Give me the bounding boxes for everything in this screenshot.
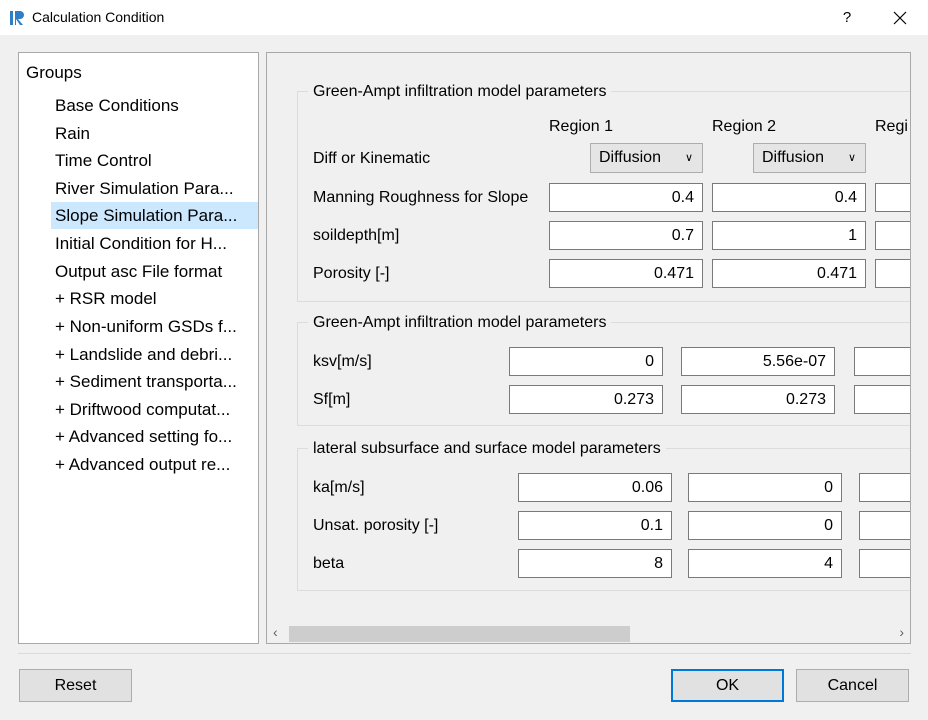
diff-kinematic-select-region2[interactable]: Diffusion ∨ [753,143,866,173]
soildepth-input-region1[interactable]: 0.7 [549,221,703,250]
group-item-river-simulation[interactable]: River Simulation Para... [51,175,258,202]
ksv-input-region2[interactable]: 5.56e-07 [681,347,835,376]
porosity-input-region3[interactable] [875,259,910,288]
manning-input-region3[interactable] [875,183,910,212]
ka-input-region1[interactable]: 0.06 [518,473,672,502]
ir-app-icon [10,11,24,25]
beta-input-region3[interactable] [859,549,910,578]
cancel-button[interactable]: Cancel [796,669,909,702]
unsat-porosity-input-region1[interactable]: 0.1 [518,511,672,540]
porosity-input-region2[interactable]: 0.471 [712,259,866,288]
ksv-label: ksv[m/s] [313,353,372,370]
unsat-porosity-input-region3[interactable] [859,511,910,540]
group-item-sediment-transport[interactable]: + Sediment transporta... [51,368,258,395]
horizontal-scrollbar[interactable]: ‹ › [267,623,910,643]
lateral-subsurface-groupbox: lateral subsurface and surface model par… [297,440,910,591]
ka-input-region2[interactable]: 0 [688,473,842,502]
section3-title: lateral subsurface and surface model par… [308,440,666,458]
scrollbar-thumb[interactable] [289,626,630,642]
green-ampt-groupbox-1: Green-Ampt infiltration model parameters… [297,83,910,302]
diff-kinematic-label: Diff or Kinematic [313,150,431,167]
region1-header: Region 1 [549,118,614,135]
group-item-initial-condition[interactable]: Initial Condition for H... [51,230,258,257]
chevron-down-icon: ∨ [684,152,693,164]
groups-tree[interactable]: Groups Base Conditions Rain Time Control… [18,52,259,644]
parameters-panel: Green-Ampt infiltration model parameters… [266,52,911,644]
group-item-rain[interactable]: Rain [51,120,258,147]
title-bar: Calculation Condition ? [0,0,928,35]
sf-input-region1[interactable]: 0.273 [509,385,663,414]
beta-label: beta [313,555,345,572]
scroll-left-arrow-icon[interactable]: ‹ [273,624,278,640]
help-button[interactable]: ? [832,0,862,35]
ksv-input-region3[interactable] [854,347,910,376]
group-item-advanced-setting[interactable]: + Advanced setting fo... [51,423,258,450]
parameters-scroll-area[interactable]: Green-Ampt infiltration model parameters… [267,53,910,623]
reset-button[interactable]: Reset [19,669,132,702]
group-item-non-uniform-gsds[interactable]: + Non-uniform GSDs f... [51,313,258,340]
manning-label: Manning Roughness for Slope [313,189,529,206]
porosity-label: Porosity [-] [313,265,390,282]
group-item-advanced-output[interactable]: + Advanced output re... [51,451,258,478]
group-item-output-asc[interactable]: Output asc File format [51,258,258,285]
ok-button[interactable]: OK [671,669,784,702]
close-button[interactable] [884,0,916,35]
group-item-time-control[interactable]: Time Control [51,147,258,174]
ksv-input-region1[interactable]: 0 [509,347,663,376]
porosity-input-region1[interactable]: 0.471 [549,259,703,288]
sf-input-region2[interactable]: 0.273 [681,385,835,414]
close-icon [893,11,907,24]
footer-divider [18,653,911,654]
beta-input-region1[interactable]: 8 [518,549,672,578]
window-title: Calculation Condition [32,9,165,25]
scroll-right-arrow-icon[interactable]: › [899,624,904,640]
manning-input-region2[interactable]: 0.4 [712,183,866,212]
group-item-driftwood[interactable]: + Driftwood computat... [51,396,258,423]
region2-header: Region 2 [712,118,777,135]
ka-label: ka[m/s] [313,479,365,496]
unsat-porosity-input-region2[interactable]: 0 [688,511,842,540]
manning-input-region1[interactable]: 0.4 [549,183,703,212]
groups-header: Groups [26,63,82,82]
beta-input-region2[interactable]: 4 [688,549,842,578]
chevron-down-icon: ∨ [847,152,856,164]
diff-kinematic-select-region1[interactable]: Diffusion ∨ [590,143,703,173]
green-ampt-groupbox-2: Green-Ampt infiltration model parameters… [297,314,910,426]
group-item-rsr-model[interactable]: + RSR model [51,285,258,312]
unsat-porosity-label: Unsat. porosity [-] [313,517,439,534]
sf-label: Sf[m] [313,391,351,408]
soildepth-input-region3[interactable] [875,221,910,250]
group-item-landslide[interactable]: + Landslide and debri... [51,341,258,368]
region3-header: Regi [875,118,908,135]
section2-title: Green-Ampt infiltration model parameters [308,314,612,332]
group-item-base-conditions[interactable]: Base Conditions [51,92,258,119]
sf-input-region3[interactable] [854,385,910,414]
soildepth-label: soildepth[m] [313,227,400,244]
section1-title: Green-Ampt infiltration model parameters [308,83,612,101]
ka-input-region3[interactable] [859,473,910,502]
soildepth-input-region2[interactable]: 1 [712,221,866,250]
group-item-slope-simulation[interactable]: Slope Simulation Para... [51,202,258,229]
